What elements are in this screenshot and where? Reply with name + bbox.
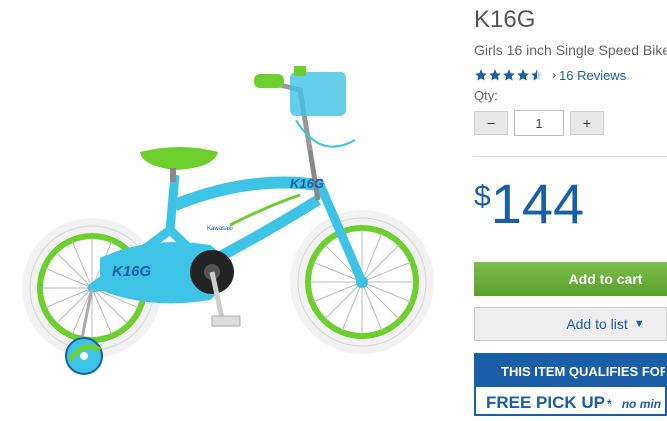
bike-illustration: K16G Kawasaki K16G [22,66,434,375]
rating-row: › 16 Reviews [474,66,626,84]
product-image: K16G Kawasaki K16G [0,0,460,416]
free-pickup-text: FREE PICK UP [486,393,606,412]
caret-down-icon: ▼ [633,318,645,330]
training-wheel [65,287,103,375]
star-icon [489,69,501,81]
price-amount: 144 [490,172,585,235]
quantity-stepper: − 1 + [474,110,604,136]
qty-label: Qty: [474,88,498,103]
add-to-cart-button[interactable]: Add to cart [474,262,667,296]
add-to-cart-label: Add to cart [568,271,643,287]
no-minimum-text: no min [621,397,662,411]
price-currency: $ [474,180,491,213]
promo-banner: THIS ITEM QUALIFIES FOR [476,355,665,387]
product-title: K16G [474,6,536,33]
reviews-link[interactable]: › 16 Reviews [552,68,626,83]
add-to-list-button[interactable]: Add to list ▼ [474,307,667,341]
handlebar [254,66,356,151]
qty-decrement-button[interactable]: − [474,111,508,135]
promo-body: FREE PICK UP * no min [476,393,665,413]
asterisk: * [607,397,612,411]
frame-brand-text: K16G [290,176,324,191]
pickup-promo: THIS ITEM QUALIFIES FOR FREE PICK UP * n… [474,353,667,416]
qty-increment-button[interactable]: + [570,111,604,135]
price: $ 144 [474,168,584,240]
guard-brand-text: K16G [112,263,152,280]
half-star-icon [531,69,543,81]
divider [474,156,667,157]
star-icon [503,69,515,81]
product-info-panel: K16G Girls 16 inch Single Speed Bike › 1… [474,0,667,416]
reviews-label: 16 Reviews [559,67,627,83]
frame-small-brand: Kawasaki [207,226,233,232]
star-icon [517,69,529,81]
star-rating [474,67,544,83]
star-icon [475,69,487,81]
qty-input[interactable]: 1 [514,110,564,136]
product-subtitle: Girls 16 inch Single Speed Bike [474,42,667,58]
chevron-right-icon: › [552,68,556,82]
add-to-list-label: Add to list [566,316,628,332]
